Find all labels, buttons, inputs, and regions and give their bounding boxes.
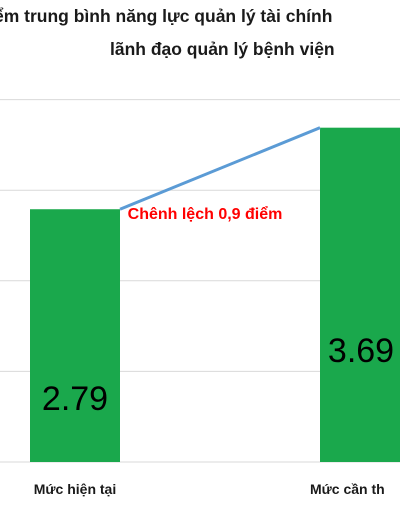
data-label-1: 3.69 (328, 332, 394, 370)
difference-annotation: Chênh lệch 0,9 điểm (128, 205, 283, 223)
connector-group (119, 126, 321, 211)
category-labels: Mức hiện tại Mức cần th (34, 481, 385, 497)
chart-plot: 2.79 3.69 Mức hiện tại Mức cần th Chênh lệ… (0, 99, 400, 497)
category-label-0: Mức hiện tại (34, 481, 116, 497)
bar-1 (320, 127, 400, 462)
category-label-1: Mức cần th (310, 481, 385, 497)
chart-container: ểm trung bình năng lực quản lý tài chính… (0, 0, 400, 516)
data-label-0: 2.79 (42, 380, 108, 418)
bar-0 (30, 209, 120, 462)
difference-connector-line (119, 126, 321, 211)
